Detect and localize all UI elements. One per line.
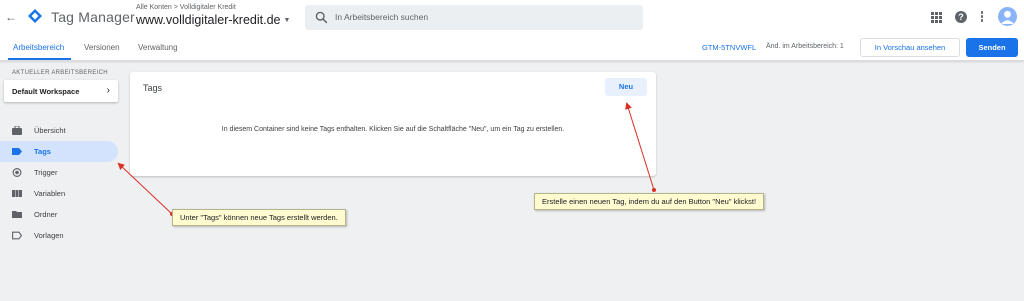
variables-icon — [12, 190, 22, 197]
container-id[interactable]: GTM-5TNVWFL — [702, 43, 756, 52]
sidebar-item-label: Übersicht — [34, 126, 66, 135]
new-tag-button[interactable]: Neu — [605, 78, 647, 96]
sidebar-item-templates[interactable]: Vorlagen — [0, 225, 118, 246]
tab-versions[interactable]: Versionen — [84, 43, 120, 52]
sidebar-item-label: Tags — [34, 147, 51, 156]
top-bar: ← Tag Manager Alle Konten > Volldigitale… — [0, 0, 1024, 36]
sidebar-item-overview[interactable]: Übersicht — [0, 120, 118, 141]
tab-admin[interactable]: Verwaltung — [138, 43, 178, 52]
workspace-changes: Änd. im Arbeitsbereich: 1 — [766, 43, 844, 50]
help-icon[interactable]: ? — [955, 11, 967, 23]
workspace-name: Default Workspace — [12, 87, 80, 96]
back-arrow-icon[interactable]: ← — [4, 10, 18, 24]
folder-icon — [12, 211, 22, 218]
search-input[interactable]: In Arbeitsbereich suchen — [305, 5, 643, 30]
sidebar-item-label: Ordner — [34, 210, 58, 219]
card-title: Tags — [143, 83, 163, 93]
app-title: Tag Manager — [51, 9, 135, 25]
sidebar-item-label: Variablen — [34, 189, 66, 198]
breadcrumb[interactable]: Alle Konten > Volldigitaler Kredit — [136, 4, 236, 11]
workspace-label: AKTUELLER ARBEITSBEREICH — [12, 70, 108, 76]
preview-button[interactable]: In Vorschau ansehen — [860, 38, 960, 57]
active-tab-indicator — [8, 58, 71, 60]
avatar[interactable] — [998, 7, 1017, 26]
new-button-annotation: Erstelle einen neuen Tag, indem du auf d… — [534, 193, 765, 210]
sidebar-item-trigger[interactable]: Trigger — [0, 162, 118, 183]
search-placeholder: In Arbeitsbereich suchen — [335, 12, 429, 22]
chevron-right-icon: › — [106, 85, 110, 96]
caret-down-icon: ▼ — [283, 17, 291, 24]
container-name: www.volldigitaler-kredit.de — [136, 13, 281, 27]
new-button-note-dot — [652, 188, 656, 192]
sidebar-annotation: Unter "Tags" können neue Tags erstellt w… — [172, 209, 346, 226]
more-vert-icon[interactable] — [980, 11, 984, 23]
trigger-icon — [12, 168, 22, 177]
search-icon — [315, 11, 328, 24]
tag-icon — [12, 148, 22, 155]
container-selector[interactable]: www.volldigitaler-kredit.de ▼ — [136, 13, 290, 27]
user-icon — [1001, 10, 1014, 24]
empty-state-message: In diesem Container sind keine Tags enth… — [221, 126, 565, 133]
sidebar-item-folders[interactable]: Ordner — [0, 204, 118, 225]
tags-card: Tags Neu In diesem Container sind keine … — [130, 72, 656, 176]
sidebar-item-tags[interactable]: Tags — [0, 141, 118, 162]
submit-button[interactable]: Senden — [966, 38, 1018, 57]
sidebar-item-label: Trigger — [34, 168, 58, 177]
tab-workspace[interactable]: Arbeitsbereich — [13, 43, 64, 52]
template-icon — [12, 231, 22, 240]
sidebar-item-label: Vorlagen — [34, 231, 64, 240]
sidebar-item-variables[interactable]: Variablen — [0, 183, 118, 204]
tag-manager-logo-icon — [28, 9, 42, 23]
workspace-selector[interactable]: Default Workspace › — [4, 80, 118, 102]
apps-grid-icon[interactable] — [931, 12, 942, 23]
briefcase-icon — [12, 126, 22, 135]
